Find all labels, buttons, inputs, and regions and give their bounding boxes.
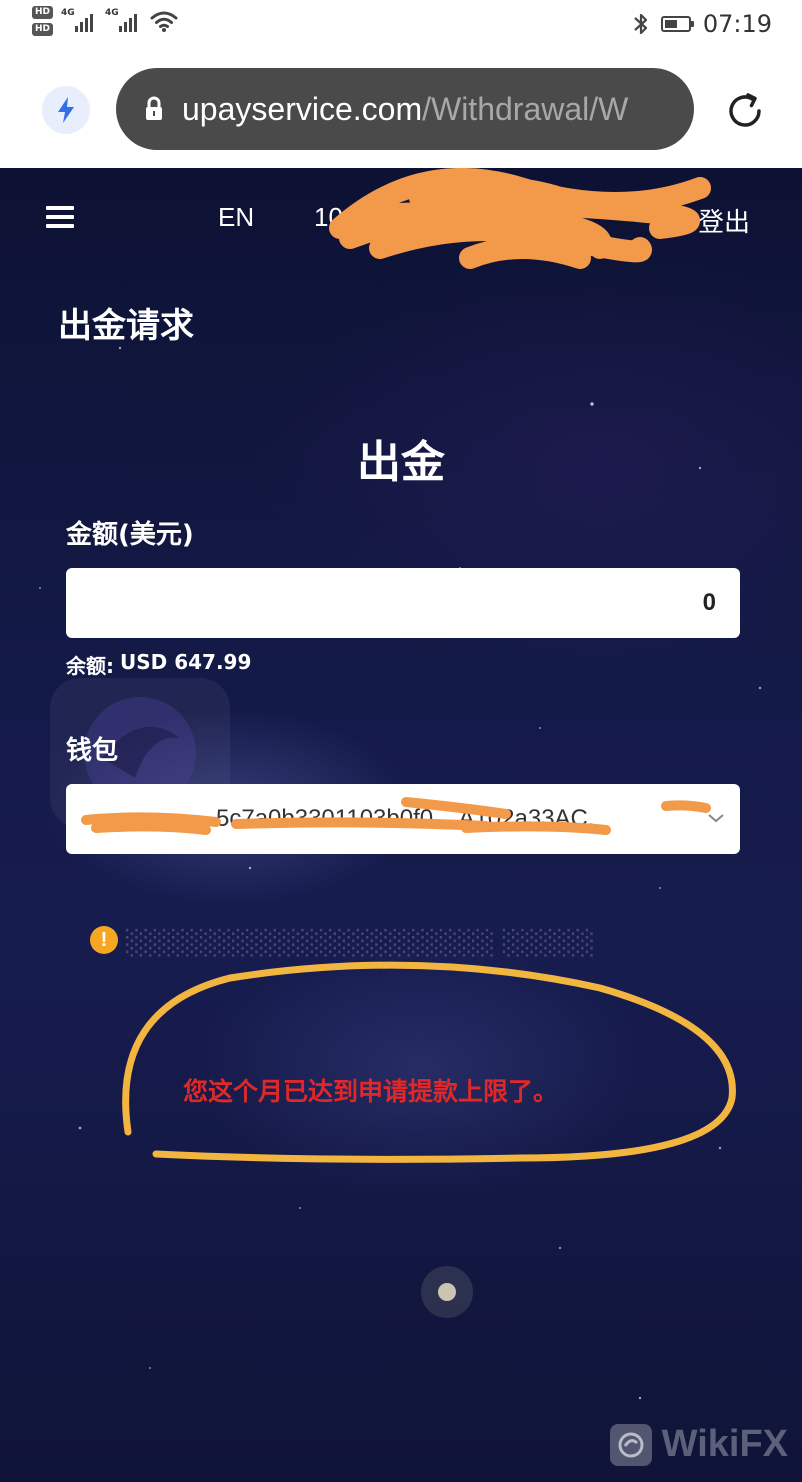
amount-input[interactable] [66, 568, 740, 638]
notice-text: ░░░░░░░░░░░░░░░░░░░░ ░░░░░ [126, 929, 596, 957]
notice-box: ! ░░░░░░░░░░░░░░░░░░░░ ░░░░░ [90, 926, 730, 960]
logout-label: 登出 [698, 208, 751, 238]
flash-icon [58, 97, 74, 123]
logout-button[interactable]: 登出 [664, 202, 750, 239]
hd-badges: HD HD [32, 6, 54, 36]
top-nav: EN 10 登出 [0, 168, 802, 269]
warning-icon: ! [90, 926, 118, 954]
signal-icon: 4G [61, 8, 97, 32]
status-bar: HD HD 4G 4G 07:19 [0, 0, 802, 60]
error-message: 您这个月已达到申请提款上限了。 [183, 1077, 559, 1106]
language-switch[interactable]: EN [218, 202, 254, 233]
url-path: /Withdrawal/W [422, 90, 629, 127]
section-title: 出金请求 [58, 306, 194, 346]
reload-icon [729, 93, 761, 127]
browser-bar: upayservice.com/Withdrawal/W [0, 60, 802, 168]
hd-badge-1: HD [32, 6, 54, 19]
balance-label: 余额: [66, 654, 114, 678]
status-time: 07:19 [702, 10, 772, 38]
flash-button[interactable] [42, 86, 90, 134]
chevron-down-icon [708, 814, 724, 823]
url-text: upayservice.com/Withdrawal/W [182, 91, 628, 128]
power-icon [666, 207, 690, 233]
menu-icon[interactable] [46, 206, 74, 228]
battery-icon [660, 16, 694, 32]
account-id: 10 [314, 202, 343, 232]
form-title: 出金 [357, 437, 445, 488]
signal-icon-2: 4G [105, 8, 141, 32]
battery-level [664, 20, 677, 28]
wallet-select[interactable]: 5c7a0b3301103b0f0... A102a33AC. [66, 784, 740, 854]
balance-info: 余额: USD 647.99 [66, 650, 251, 679]
status-bar-right: 07:19 [633, 10, 772, 38]
status-bar-left: HD HD 4G 4G [32, 6, 179, 36]
reload-button[interactable] [720, 86, 770, 136]
bluetooth-icon [634, 13, 647, 35]
url-domain: upayservice.com [182, 90, 423, 127]
hd-badge-2: HD [32, 23, 54, 36]
screenshot-frame: HD HD 4G 4G 07:19 upayservice.com/Withdr… [0, 0, 802, 1482]
wallet-value: 5c7a0b3301103b0f0... A102a33AC. [216, 805, 595, 832]
network-type-2: 4G [105, 8, 119, 18]
wallet-label: 钱包 [66, 736, 119, 766]
withdrawal-page: EN 10 登出 出金请求 出金 金额(美元) 余额: US [0, 168, 802, 1482]
network-type-1: 4G [61, 8, 75, 18]
amount-label: 金额(美元) [66, 520, 194, 550]
balance-value: USD 647.99 [120, 650, 252, 674]
lock-icon [144, 96, 164, 122]
url-bar[interactable]: upayservice.com/Withdrawal/W [116, 68, 694, 150]
wifi-icon [150, 11, 178, 32]
